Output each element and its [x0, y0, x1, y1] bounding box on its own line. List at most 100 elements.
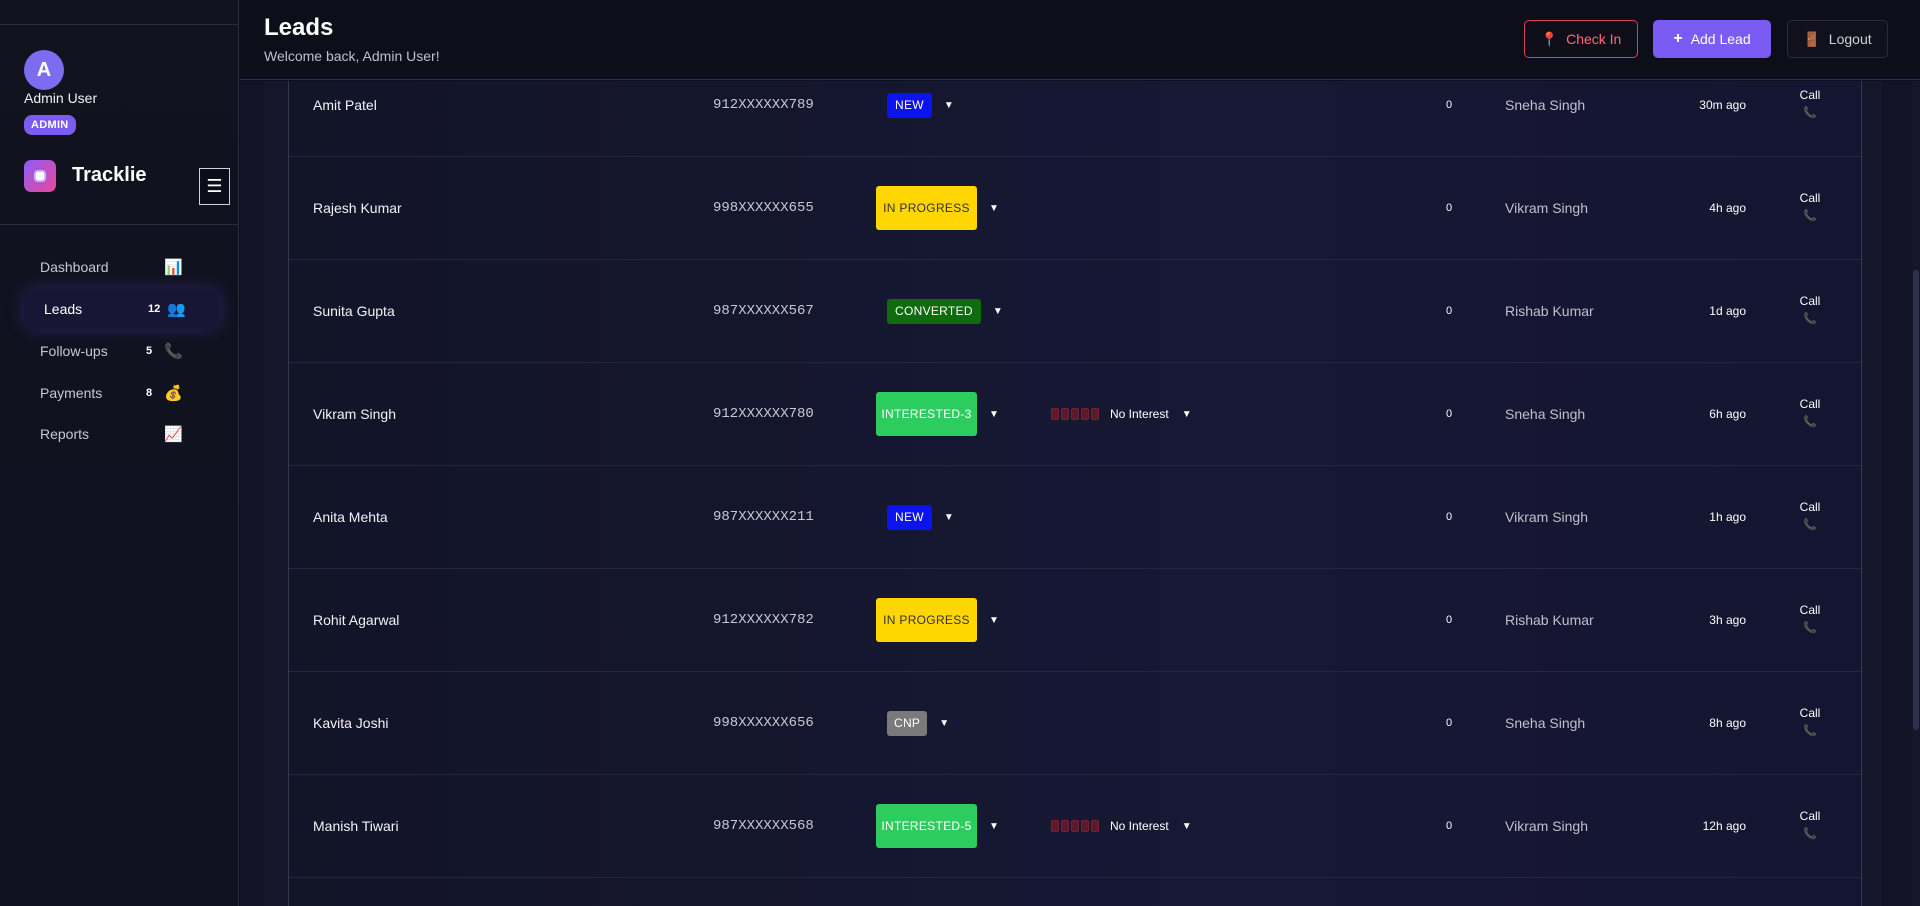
call-label: Call — [1799, 88, 1821, 102]
lead-phone: 998XXXXXX655 — [713, 200, 814, 216]
status-dropdown[interactable]: CNP ▼ — [887, 710, 949, 736]
chevron-down-icon[interactable]: ▼ — [939, 718, 949, 729]
interest-dropdown[interactable]: No Interest ▼ — [1051, 819, 1192, 833]
call-count: 0 — [1446, 305, 1453, 317]
sidebar-item-reports[interactable]: Reports 📈 — [24, 414, 220, 454]
lead-phone: 912XXXXXX782 — [713, 612, 814, 628]
phone-icon: 📞 — [1803, 210, 1817, 222]
call-button[interactable]: Call 📞 — [1799, 706, 1821, 737]
sidebar-item-dashboard[interactable]: Dashboard 📊 — [24, 247, 220, 287]
table-row[interactable]: Vikram Singh 912XXXXXX780 INTERESTED-3 ▼ … — [289, 363, 1861, 466]
sidebar-item-leads[interactable]: Leads 12 👥 — [24, 289, 220, 329]
table-row[interactable]: Sunita Gupta 987XXXXXX567 CONVERTED ▼ 0 Ri… — [289, 260, 1861, 363]
leads-panel: Amit Patel 912XXXXXX789 NEW ▼ 0 Sneha Sing… — [264, 81, 1882, 906]
call-button[interactable]: Call 📞 — [1799, 500, 1821, 531]
last-activity-time: 6h ago — [1709, 407, 1746, 421]
status-badge[interactable]: CONVERTED — [887, 298, 981, 324]
lead-name[interactable]: Rajesh Kumar — [313, 200, 402, 216]
chevron-down-icon[interactable]: ▼ — [1182, 409, 1192, 420]
scrollbar-thumb[interactable] — [1913, 270, 1919, 730]
chevron-down-icon[interactable]: ▼ — [944, 512, 954, 523]
status-badge[interactable]: INTERESTED-5 — [876, 804, 977, 848]
status-dropdown[interactable]: INTERESTED-3 ▼ — [876, 392, 999, 436]
phone-icon: 📞 — [1803, 416, 1817, 428]
sidebar-item-follow-ups[interactable]: Follow-ups 5 📞 — [24, 331, 220, 371]
table-row[interactable]: Amit Patel 912XXXXXX789 NEW ▼ 0 Sneha Sing… — [289, 54, 1861, 157]
call-button[interactable]: Call 📞 — [1799, 809, 1821, 840]
avatar[interactable]: A — [24, 50, 64, 90]
chevron-down-icon[interactable]: ▼ — [1182, 821, 1192, 832]
call-count: 0 — [1446, 717, 1453, 729]
status-dropdown[interactable]: CONVERTED ▼ — [887, 298, 1003, 324]
lead-name[interactable]: Rohit Agarwal — [313, 612, 399, 628]
call-count: 0 — [1446, 820, 1453, 832]
sidebar-item-label: Leads — [44, 301, 83, 317]
money-bag-icon: 💰 — [164, 385, 183, 402]
status-badge[interactable]: CNP — [887, 710, 928, 736]
status-badge[interactable]: IN PROGRESS — [876, 186, 977, 230]
check-in-button[interactable]: 📍 Check In — [1524, 20, 1638, 58]
table-row[interactable]: Manish Tiwari 987XXXXXX568 INTERESTED-5 ▼… — [289, 775, 1861, 878]
assigned-agent: Sneha Singh — [1505, 97, 1586, 113]
chevron-down-icon[interactable]: ▼ — [989, 203, 999, 214]
status-dropdown[interactable]: NEW ▼ — [887, 92, 954, 118]
status-badge[interactable]: NEW — [887, 92, 932, 118]
table-row[interactable]: Kavita Joshi 998XXXXXX656 CNP ▼ 0 Sneha Si… — [289, 672, 1861, 775]
status-badge[interactable]: IN PROGRESS — [876, 598, 977, 642]
call-count: 0 — [1446, 202, 1453, 214]
lead-phone: 987XXXXXX568 — [713, 818, 814, 834]
status-dropdown[interactable]: IN PROGRESS ▼ — [876, 598, 999, 642]
main-content: Amit Patel 912XXXXXX789 NEW ▼ 0 Sneha Sing… — [240, 81, 1920, 906]
assigned-agent: Vikram Singh — [1505, 818, 1589, 834]
add-lead-button[interactable]: + Add Lead — [1653, 20, 1771, 58]
interest-label: No Interest — [1110, 407, 1169, 421]
plus-icon: + — [1673, 30, 1683, 47]
status-dropdown[interactable]: NEW ▼ — [887, 504, 954, 530]
logout-button[interactable]: 🚪 Logout — [1787, 20, 1888, 58]
interest-dropdown[interactable]: No Interest ▼ — [1051, 407, 1192, 421]
chevron-down-icon[interactable]: ▼ — [989, 821, 999, 832]
role-badge: ADMIN — [24, 115, 76, 135]
lead-name[interactable]: Amit Patel — [313, 97, 377, 113]
people-icon: 👥 — [167, 301, 186, 318]
call-button[interactable]: Call 📞 — [1799, 294, 1821, 325]
chevron-down-icon[interactable]: ▼ — [944, 100, 954, 111]
call-label: Call — [1799, 191, 1821, 205]
user-name: Admin User — [24, 90, 98, 106]
assigned-agent: Sneha Singh — [1505, 406, 1586, 422]
lead-name[interactable]: Kavita Joshi — [313, 715, 388, 731]
status-badge[interactable]: NEW — [887, 504, 932, 530]
sidebar-item-label: Dashboard — [40, 259, 109, 275]
menu-toggle-button[interactable]: ☰ — [199, 168, 230, 205]
lead-name[interactable]: Vikram Singh — [313, 406, 396, 422]
sidebar-item-count: 5 — [146, 345, 153, 357]
lead-name[interactable]: Manish Tiwari — [313, 818, 399, 834]
lead-phone: 912XXXXXX789 — [713, 97, 814, 113]
last-activity-time: 4h ago — [1709, 201, 1746, 215]
table-row[interactable]: Anita Mehta 987XXXXXX211 NEW ▼ 0 Vikram Si… — [289, 466, 1861, 569]
trend-chart-icon: 📈 — [164, 426, 183, 443]
sidebar-item-label: Reports — [40, 426, 90, 442]
chevron-down-icon[interactable]: ▼ — [989, 615, 999, 626]
lead-name[interactable]: Sunita Gupta — [313, 303, 395, 319]
brand-logo-icon — [24, 160, 56, 192]
status-dropdown[interactable]: INTERESTED-5 ▼ — [876, 804, 999, 848]
call-button[interactable]: Call 📞 — [1799, 191, 1821, 222]
sidebar-item-payments[interactable]: Payments 8 💰 — [24, 373, 220, 413]
leads-table: Amit Patel 912XXXXXX789 NEW ▼ 0 Sneha Sing… — [288, 81, 1862, 906]
table-row[interactable]: Rohit Agarwal 912XXXXXX782 IN PROGRESS ▼ … — [289, 569, 1861, 672]
call-label: Call — [1799, 294, 1821, 308]
sidebar-item-label: Follow-ups — [40, 343, 108, 359]
table-row[interactable]: Rajesh Kumar 998XXXXXX655 IN PROGRESS ▼ 0… — [289, 157, 1861, 260]
assigned-agent: Vikram Singh — [1505, 200, 1589, 216]
chevron-down-icon[interactable]: ▼ — [993, 306, 1003, 317]
call-button[interactable]: Call 📞 — [1799, 603, 1821, 634]
call-button[interactable]: Call 📞 — [1799, 88, 1821, 119]
phone-icon: 📞 — [1803, 519, 1817, 531]
call-label: Call — [1799, 500, 1821, 514]
status-dropdown[interactable]: IN PROGRESS ▼ — [876, 186, 999, 230]
call-button[interactable]: Call 📞 — [1799, 397, 1821, 428]
status-badge[interactable]: INTERESTED-3 — [876, 392, 977, 436]
lead-name[interactable]: Anita Mehta — [313, 509, 388, 525]
chevron-down-icon[interactable]: ▼ — [989, 409, 999, 420]
